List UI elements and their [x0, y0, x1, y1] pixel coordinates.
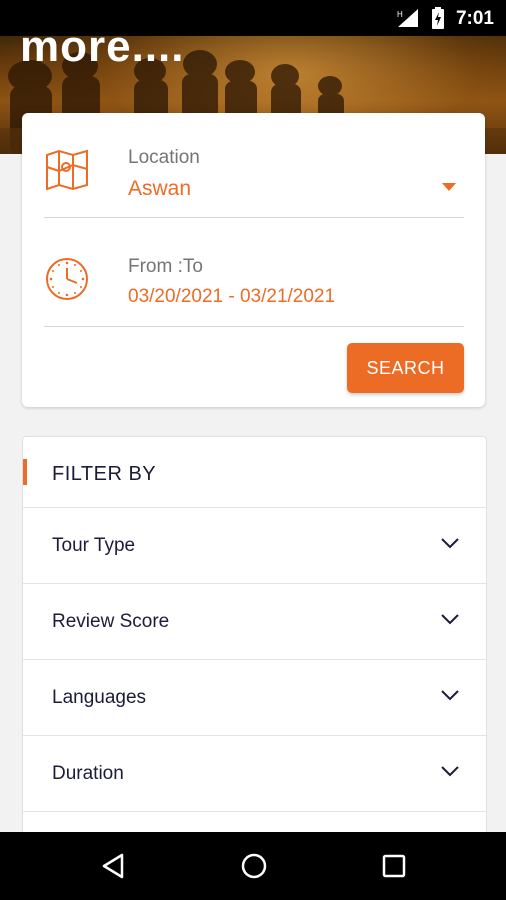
dates-label: From :To — [128, 256, 203, 277]
filter-panel: FILTER BY Tour Type Review Score Languag… — [22, 436, 487, 858]
navigation-bar — [0, 832, 506, 900]
filter-title: FILTER BY — [52, 463, 157, 485]
home-circle-icon[interactable] — [240, 852, 268, 880]
location-value[interactable]: Aswan — [128, 177, 191, 201]
filter-item-label: Tour Type — [52, 535, 136, 556]
dates-value[interactable]: 03/20/2021 - 03/21/2021 — [128, 286, 335, 308]
location-label: Location — [128, 147, 200, 168]
map-icon — [46, 149, 88, 191]
filter-item-label: Review Score — [52, 611, 170, 632]
clock-icon — [46, 258, 88, 300]
recents-square-icon[interactable] — [380, 852, 408, 880]
filter-item-review-score[interactable]: Review Score — [23, 584, 486, 660]
filter-item-label: Duration — [52, 763, 124, 784]
battery-icon — [432, 7, 444, 29]
status-bar: H 7:01 — [0, 0, 506, 36]
search-card: Location Aswan From :To 03/20/2021 - 03/… — [22, 113, 485, 407]
chevron-down-icon[interactable] — [440, 612, 460, 626]
filter-item-label: Languages — [52, 687, 147, 708]
hero-title: more.... — [20, 36, 185, 71]
signal-icon: H — [397, 9, 418, 27]
svg-text:H: H — [397, 10, 403, 19]
chevron-down-icon[interactable] — [440, 536, 460, 550]
filter-item-tour-type[interactable]: Tour Type — [23, 508, 486, 584]
divider — [44, 217, 464, 218]
chevron-down-icon[interactable] — [440, 688, 460, 702]
filter-header: FILTER BY — [23, 437, 486, 508]
dropdown-caret-icon[interactable] — [442, 183, 456, 191]
divider — [44, 326, 464, 327]
filter-accent-bar — [23, 459, 27, 485]
search-button[interactable]: SEARCH — [347, 343, 464, 393]
back-triangle-icon[interactable] — [100, 852, 128, 880]
status-time: 7:01 — [455, 8, 494, 29]
filter-item-languages[interactable]: Languages — [23, 660, 486, 736]
chevron-down-icon[interactable] — [440, 764, 460, 778]
filter-item-duration[interactable]: Duration — [23, 736, 486, 812]
